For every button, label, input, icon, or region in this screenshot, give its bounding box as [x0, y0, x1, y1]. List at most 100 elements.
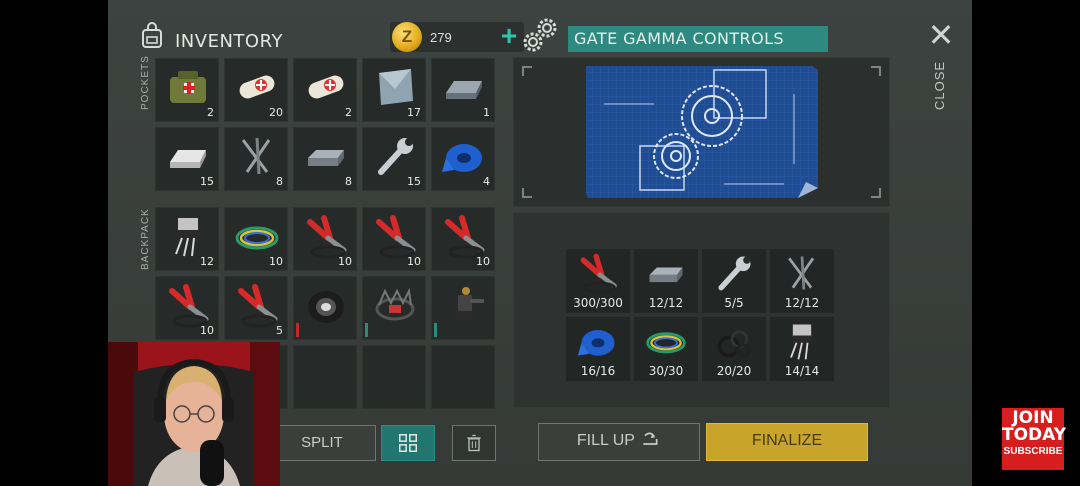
tape-icon: [442, 144, 482, 172]
fill-up-button[interactable]: FILL UP: [538, 423, 700, 461]
pocket-slot[interactable]: 15: [155, 127, 219, 191]
wires-icon: [235, 226, 279, 250]
item-quantity: 4: [483, 175, 490, 188]
frame-corner: [522, 188, 532, 198]
grid-view-icon: [399, 434, 417, 452]
requirements-panel: 300/300 12/12 5/5 12/12 16/16 30/30 20/20 14/14: [513, 212, 890, 408]
backpack-icon: [142, 22, 162, 48]
inventory-title: INVENTORY: [175, 31, 283, 52]
finalize-button[interactable]: FINALIZE: [706, 423, 868, 461]
blueprint-panel: [513, 57, 890, 207]
item-quantity: 10: [407, 255, 421, 268]
gears-icon: [523, 18, 557, 52]
requirement-slot[interactable]: 300/300: [566, 249, 630, 313]
bear-trap-icon: [375, 287, 415, 321]
requirement-slot[interactable]: 5/5: [702, 249, 766, 313]
item-quantity: 5: [276, 324, 283, 337]
backpack-slot[interactable]: 10: [431, 207, 495, 271]
item-quantity: 2: [345, 106, 352, 119]
turret-icon: [454, 287, 484, 323]
streamer-image: [108, 342, 280, 486]
requirement-slot[interactable]: 20/20: [702, 317, 766, 381]
recipe-title: GATE GAMMA CONTROLS: [568, 26, 828, 52]
inventory-header: INVENTORY Z 279 +: [138, 22, 524, 58]
backpack-slot[interactable]: [431, 276, 495, 340]
requirements-grid: 300/300 12/12 5/5 12/12 16/16 30/30 20/20 14/14: [566, 249, 834, 381]
pocket-slot[interactable]: 2: [293, 58, 357, 122]
empty-slot[interactable]: [293, 345, 357, 409]
requirement-count: 12/12: [784, 296, 820, 310]
item-quantity: 10: [476, 255, 490, 268]
coin-balance: Z 279 +: [390, 22, 524, 52]
backpack-slot[interactable]: 12: [155, 207, 219, 271]
pocket-slot[interactable]: 1: [431, 58, 495, 122]
pocket-slot[interactable]: 17: [362, 58, 426, 122]
requirement-count: 16/16: [580, 364, 616, 378]
item-quantity: 15: [407, 175, 421, 188]
requirement-count: 5/5: [724, 296, 744, 310]
frame-corner: [871, 188, 881, 198]
delete-button[interactable]: [452, 425, 496, 461]
backpack-slot[interactable]: [293, 276, 357, 340]
join-today-badge[interactable]: JOIN TODAY SUBSCRIBE: [1002, 408, 1066, 470]
requirement-slot[interactable]: 30/30: [634, 317, 698, 381]
add-coins-button[interactable]: +: [496, 22, 522, 52]
requirement-slot[interactable]: 12/12: [634, 249, 698, 313]
pocket-slot[interactable]: 8: [293, 127, 357, 191]
trash-icon: [467, 434, 481, 452]
transistor-icon: [175, 218, 198, 257]
coin-icon: Z: [392, 22, 422, 52]
sort-grid-button[interactable]: [381, 425, 435, 461]
close-label[interactable]: CLOSE: [932, 61, 947, 110]
requirement-slot[interactable]: 14/14: [770, 317, 834, 381]
pockets-label: POCKETS: [140, 55, 151, 110]
item-quantity: 10: [200, 324, 214, 337]
blueprint-image: [586, 66, 818, 198]
pocket-slot[interactable]: 2: [155, 58, 219, 122]
backpack-slot[interactable]: 10: [293, 207, 357, 271]
close-button[interactable]: ✕: [926, 17, 956, 53]
pockets-grid: 2 20 2 17 1 15 8 8 15 4: [155, 58, 495, 191]
pocket-slot[interactable]: 8: [224, 127, 288, 191]
nails-icon: [241, 137, 271, 175]
pocket-slot[interactable]: 15: [362, 127, 426, 191]
backpack-slot[interactable]: 5: [224, 276, 288, 340]
bandage-icon: [239, 75, 275, 99]
steel-bar-icon: [649, 267, 683, 283]
durability-bar: [296, 323, 299, 337]
backpack-slot[interactable]: 10: [362, 207, 426, 271]
backpack-slot[interactable]: 10: [224, 207, 288, 271]
badge-line-today: TODAY: [1002, 425, 1066, 445]
backpack-slot[interactable]: 10: [155, 276, 219, 340]
item-quantity: 10: [338, 255, 352, 268]
pocket-slot[interactable]: 4: [431, 127, 495, 191]
wrench-icon: [718, 256, 751, 291]
pliers-icon: [445, 215, 485, 259]
fill-up-label: FILL UP: [576, 432, 635, 449]
empty-slot[interactable]: [362, 345, 426, 409]
requirement-slot[interactable]: 12/12: [770, 249, 834, 313]
pocket-slot[interactable]: 20: [224, 58, 288, 122]
requirement-slot[interactable]: 16/16: [566, 317, 630, 381]
split-button[interactable]: SPLIT: [268, 425, 376, 461]
frame-corner: [871, 66, 881, 76]
coin-count: 279: [430, 30, 452, 45]
pliers-icon: [169, 284, 209, 328]
item-quantity: 8: [345, 175, 352, 188]
wrench-icon: [378, 138, 413, 175]
empty-slot[interactable]: [431, 345, 495, 409]
backpack-slot[interactable]: [362, 276, 426, 340]
requirement-count: 30/30: [648, 364, 684, 378]
badge-line-subscribe: SUBSCRIBE: [1003, 446, 1063, 457]
close-icon: ✕: [927, 17, 955, 53]
requirement-count: 14/14: [784, 364, 820, 378]
item-quantity: 10: [269, 255, 283, 268]
backpack-label: BACKPACK: [140, 208, 151, 270]
iron-ingot-icon: [446, 81, 482, 99]
item-quantity: 2: [207, 106, 214, 119]
tape-icon: [577, 330, 615, 356]
silver-ingot-icon: [170, 150, 206, 168]
pliers-icon: [580, 253, 617, 294]
requirement-count: 12/12: [648, 296, 684, 310]
item-quantity: 15: [200, 175, 214, 188]
